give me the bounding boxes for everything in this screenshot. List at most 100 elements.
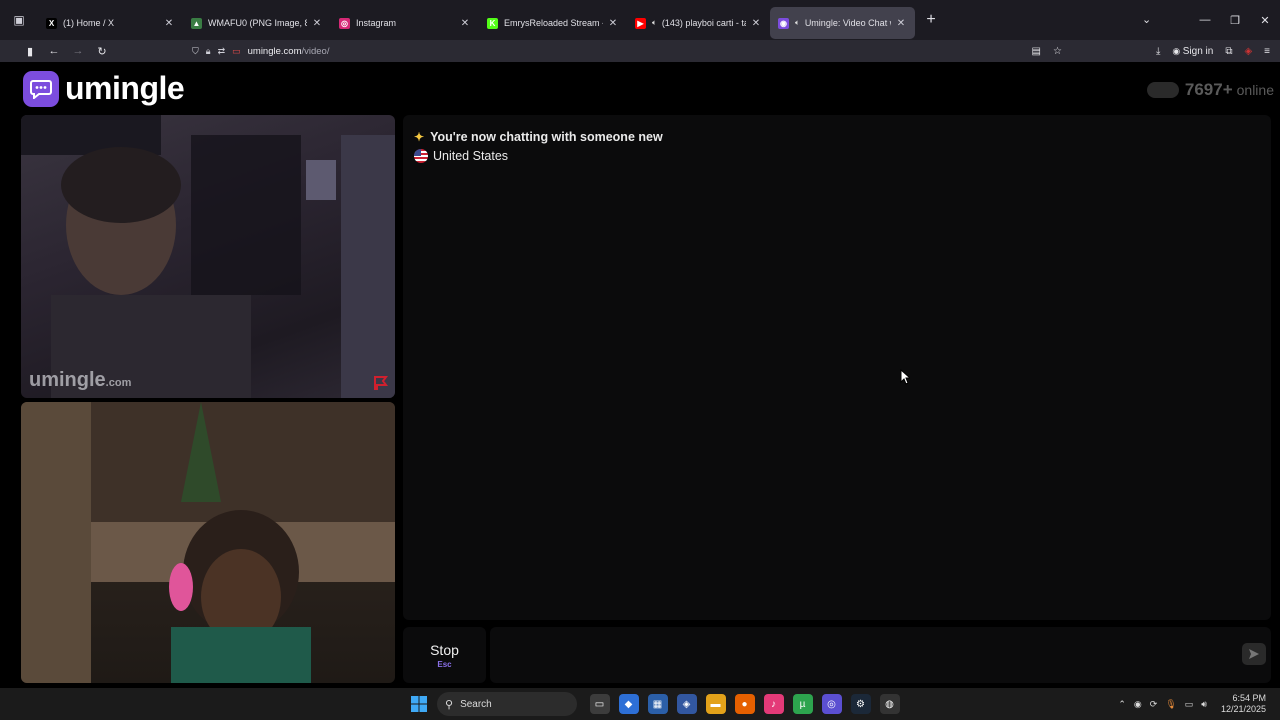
windows-start-icon[interactable] xyxy=(409,694,429,714)
clock[interactable]: 6:54 PM 12/21/2025 xyxy=(1217,693,1270,715)
bookmark-star-icon[interactable]: ☆ xyxy=(1053,46,1062,57)
minimize-icon[interactable]: — xyxy=(1190,14,1220,26)
stranger-video-scene xyxy=(21,115,395,398)
youtube-icon: ▶ xyxy=(635,17,646,29)
browser-tab[interactable]: ◉ 🔈︎ Umingle: Video Chat with S ✕ xyxy=(770,7,915,39)
back-icon[interactable]: ← xyxy=(42,45,66,57)
chat-status-text: You're now chatting with someone new xyxy=(430,130,663,144)
clock-date: 12/21/2025 xyxy=(1220,704,1266,714)
close-tab-icon[interactable]: ✕ xyxy=(895,18,907,29)
chat-status-line: ✦ You're now chatting with someone new xyxy=(414,130,663,144)
list-all-tabs-icon[interactable]: ⌄ xyxy=(1142,13,1151,26)
browser-tab[interactable]: ▲ WMAFU0 (PNG Image, 873 × 1 ✕ xyxy=(183,7,331,39)
instagram-icon: ◎ xyxy=(339,17,350,29)
browser-tab[interactable]: ◎ Instagram ✕ xyxy=(331,7,479,39)
microphone-icon[interactable]: 🎙︎ xyxy=(1165,699,1176,710)
close-tab-icon[interactable]: ✕ xyxy=(163,18,175,29)
tab-audio-icon[interactable]: 🔈︎ xyxy=(795,18,800,28)
extension-badge-icon[interactable]: ◈ xyxy=(1244,46,1252,57)
volume-icon[interactable]: 🔊︎ xyxy=(1201,699,1207,710)
sidebar-icon[interactable]: ▮ xyxy=(18,45,42,58)
music-app-icon[interactable]: ♪ xyxy=(763,694,784,714)
chat-country-text: United States xyxy=(433,149,509,163)
close-tab-icon[interactable]: ✕ xyxy=(459,18,471,29)
umingle-icon: ◉ xyxy=(778,17,789,29)
browser-tab[interactable]: ▶ 🔈︎ (143) playboi carti - talk 2 n ✕ xyxy=(627,7,770,39)
taskbar: ⚲ Search ▭ ◆ ▦ ◈ ▬ ● ♪ µ ◎ ⚙ ◍ ⌃ ◉ ⟳ 🎙︎ … xyxy=(0,688,1280,720)
online-indicator-pill xyxy=(1146,82,1179,98)
chat-country-line: United States xyxy=(414,149,508,163)
message-input[interactable] xyxy=(490,627,1271,683)
lock-icon[interactable]: 🔒︎ xyxy=(206,46,211,57)
firefox-view-icon[interactable]: ▣ xyxy=(0,0,38,40)
logo-text: umingle xyxy=(65,70,185,106)
umingle-logo[interactable]: umingle xyxy=(23,70,185,107)
tray-app-icon[interactable]: ◉ xyxy=(1134,699,1142,710)
restore-icon[interactable]: ❐ xyxy=(1220,14,1250,27)
close-tab-icon[interactable]: ✕ xyxy=(311,18,323,29)
utorrent-icon[interactable]: µ xyxy=(792,694,813,714)
steam-icon[interactable]: ⚙ xyxy=(850,694,871,714)
shield-icon[interactable]: ⛉ xyxy=(192,46,199,57)
task-view-icon[interactable]: ▭ xyxy=(589,694,610,714)
extensions-icon[interactable]: ⧉ xyxy=(1225,46,1232,57)
store-icon[interactable]: ▦ xyxy=(647,694,668,714)
new-tab-button[interactable]: + xyxy=(917,11,945,29)
sign-in-button[interactable]: ◉ Sign in xyxy=(1172,46,1213,57)
menu-icon[interactable]: ≡ xyxy=(1264,46,1270,57)
taskbar-apps: ⚲ Search ▭ ◆ ▦ ◈ ▬ ● ♪ µ ◎ ⚙ ◍ xyxy=(404,688,904,720)
online-counter: 7697+ online xyxy=(1146,80,1274,100)
tab-title: (1) Home / X xyxy=(63,18,115,28)
permissions-icon[interactable]: ⇄ xyxy=(218,46,226,57)
tray-overflow-icon[interactable]: ⌃ xyxy=(1118,699,1126,710)
report-flag-icon[interactable] xyxy=(373,376,389,390)
url-bar[interactable]: ⛉ 🔒︎ ⇄ ▭ umingle.com/video/ xyxy=(192,40,329,62)
mouse-cursor-icon xyxy=(900,369,910,385)
reader-view-icon[interactable]: ▤ xyxy=(1032,46,1041,57)
url-path: /video/ xyxy=(301,45,330,57)
online-count: 7697+ xyxy=(1184,80,1233,99)
navigation-bar: ▮ ← → ↻ ⛉ 🔒︎ ⇄ ▭ umingle.com/video/ ▤ ☆ … xyxy=(0,40,1280,62)
self-video-scene xyxy=(21,402,395,683)
obs-icon[interactable]: ◍ xyxy=(879,694,900,714)
kick-icon: K xyxy=(487,17,498,29)
x-icon: X xyxy=(46,17,57,29)
close-tab-icon[interactable]: ✕ xyxy=(607,18,619,29)
stop-label: Stop xyxy=(430,641,459,658)
discord-icon[interactable]: ◎ xyxy=(821,694,842,714)
window-controls: — ❐ ✕ xyxy=(1190,0,1280,40)
sync-icon[interactable]: ⟳ xyxy=(1150,699,1158,710)
reload-icon[interactable]: ↻ xyxy=(90,45,114,58)
chat-panel: ✦ You're now chatting with someone new U… xyxy=(403,115,1271,620)
downloads-icon[interactable]: ⤓ xyxy=(1156,46,1160,57)
browser-tab-bar: ▣ X (1) Home / X ✕ ▲ WMAFU0 (PNG Image, 873 … xyxy=(0,0,1280,40)
file-explorer-icon[interactable]: ▬ xyxy=(705,694,726,714)
taskbar-search[interactable]: ⚲ Search xyxy=(437,692,577,716)
watermark-text: umingle xyxy=(29,369,106,391)
stop-shortcut-key: Esc xyxy=(437,659,452,669)
tab-audio-icon[interactable]: 🔈︎ xyxy=(652,18,657,28)
stranger-video: umingle.com xyxy=(21,115,395,398)
forward-icon[interactable]: → xyxy=(66,45,90,57)
vpn-app-icon[interactable]: ◈ xyxy=(676,694,697,714)
camera-sharing-icon[interactable]: ▭ xyxy=(232,46,241,57)
close-window-icon[interactable]: ✕ xyxy=(1250,14,1280,27)
browser-tab[interactable]: K EmrysReloaded Stream - Watch ✕ xyxy=(479,7,627,39)
watermark-suffix: .com xyxy=(105,377,132,389)
tab-title: WMAFU0 (PNG Image, 873 × 1 xyxy=(208,18,307,28)
firefox-icon[interactable]: ● xyxy=(734,694,755,714)
stop-button[interactable]: Stop Esc xyxy=(403,627,486,683)
online-label: online xyxy=(1236,82,1274,98)
network-icon[interactable]: ▭ xyxy=(1185,699,1194,710)
send-button[interactable] xyxy=(1242,643,1266,665)
search-label: Search xyxy=(460,698,492,710)
tab-title: (143) playboi carti - talk 2 n xyxy=(661,18,746,28)
close-tab-icon[interactable]: ✕ xyxy=(750,18,762,29)
url-host: umingle.com xyxy=(247,45,302,57)
system-tray: ⌃ ◉ ⟳ 🎙︎ ▭ 🔊︎ 6:54 PM 12/21/2025 xyxy=(1114,688,1280,720)
us-flag-icon xyxy=(414,149,428,163)
browser-tab[interactable]: X (1) Home / X ✕ xyxy=(38,7,183,39)
copilot-icon[interactable]: ◆ xyxy=(618,694,639,714)
chat-bubble-logo-icon xyxy=(23,70,59,107)
toolbar-right: ▤ ☆ ⤓ ◉ Sign in ⧉ ◈ ≡ xyxy=(1026,40,1280,62)
